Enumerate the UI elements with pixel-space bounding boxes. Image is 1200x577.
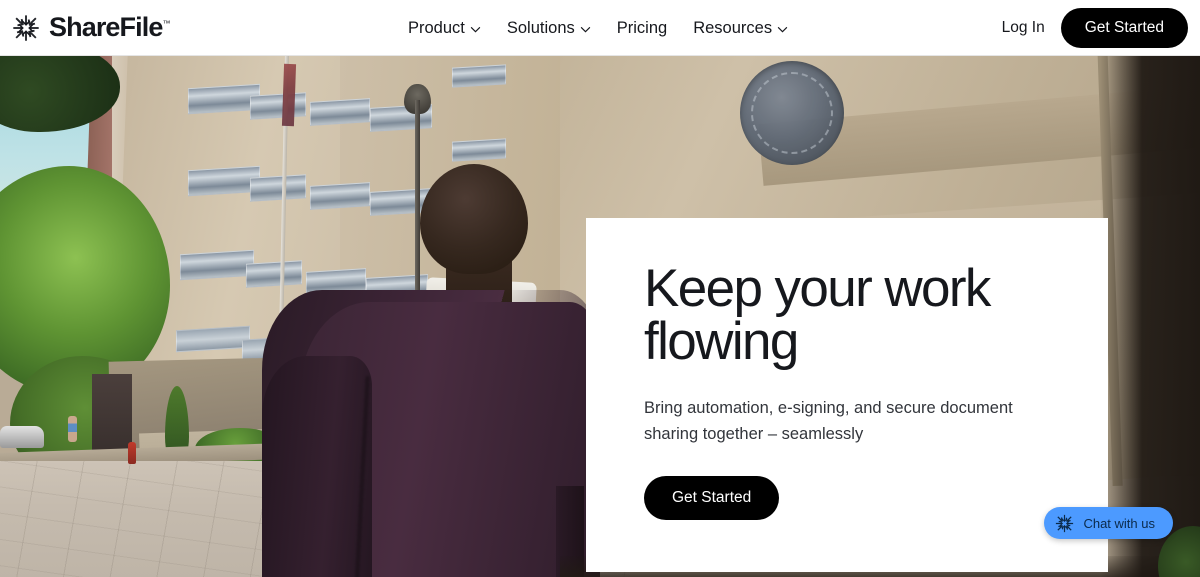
hero-content-card: Keep your work flowing Bring automation,… [586, 218, 1108, 572]
chevron-down-icon [470, 20, 481, 37]
fire-hydrant [128, 442, 136, 464]
brand-name-text: ShareFile [49, 12, 163, 42]
building-window [250, 174, 306, 202]
building-window [452, 138, 506, 162]
building-window [176, 325, 250, 353]
man-suit-arm [262, 356, 372, 577]
nav-label-pricing: Pricing [616, 18, 668, 37]
building-window [246, 260, 302, 288]
sharefile-starburst-icon [1055, 514, 1074, 533]
nav-item-solutions[interactable]: Solutions [507, 20, 591, 37]
hero-get-started-button[interactable]: Get Started [644, 476, 780, 521]
nav-label-resources: Resources [693, 18, 773, 37]
site-header: ShareFile™ Product Solutions Pricing Res… [0, 0, 1200, 56]
chevron-down-icon [580, 20, 591, 37]
hero-subtitle: Bring automation, e-signing, and secure … [644, 399, 1013, 443]
building-window [180, 249, 254, 281]
nav-item-product[interactable]: Product [408, 20, 481, 37]
chat-with-us-button[interactable]: Chat with us [1044, 507, 1173, 539]
sharefile-starburst-icon [12, 14, 40, 42]
main-navigation: Product Solutions Pricing Resources [408, 0, 788, 56]
sharefile-logo-link[interactable]: ShareFile™ [12, 14, 170, 42]
photo-right-shadow [1100, 56, 1200, 577]
header-get-started-button[interactable]: Get Started [1060, 8, 1188, 48]
parked-car [0, 426, 44, 448]
trademark-symbol: ™ [162, 19, 171, 28]
landing-page: WAKE COUNTY COURTHOUSE [0, 0, 1200, 577]
header-actions: Log In Get Started [1002, 0, 1188, 56]
chevron-down-icon [777, 20, 788, 37]
nav-item-pricing[interactable]: Pricing [617, 20, 667, 37]
courthouse-seal [740, 61, 844, 165]
flag [281, 63, 297, 127]
building-window [310, 182, 370, 210]
login-link[interactable]: Log In [1002, 19, 1045, 37]
building-window [452, 64, 506, 88]
man-head [420, 164, 528, 274]
nav-item-resources[interactable]: Resources [693, 20, 788, 37]
building-window [250, 92, 306, 120]
nav-label-product: Product [408, 18, 465, 37]
sharefile-wordmark: ShareFile™ [49, 14, 170, 41]
building-window [310, 98, 370, 126]
nav-label-solutions: Solutions [506, 18, 575, 37]
chat-label: Chat with us [1083, 515, 1155, 531]
hero-section: WAKE COUNTY COURTHOUSE [0, 56, 1200, 577]
distant-pedestrian [68, 416, 77, 442]
hero-title: Keep your work flowing [644, 259, 991, 371]
